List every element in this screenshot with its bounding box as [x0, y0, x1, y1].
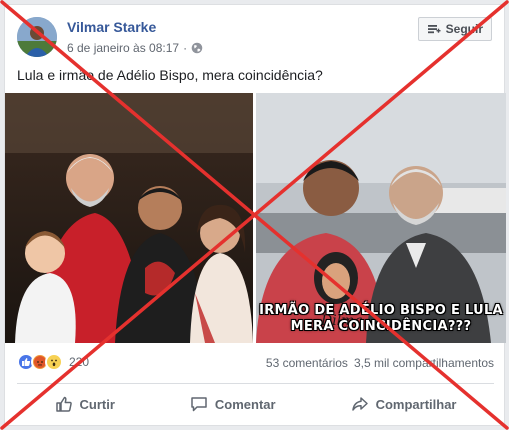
post-meta: 6 de janeiro às 08:17 ·: [67, 41, 203, 55]
like-label: Curtir: [79, 396, 115, 412]
wow-icon: [45, 353, 63, 371]
reaction-count[interactable]: 220: [69, 355, 89, 369]
image-caption-line1: IRMÃO DE ADÉLIO BISPO E LULA: [259, 303, 503, 318]
avatar[interactable]: [17, 17, 57, 57]
comments-count[interactable]: 53 comentários: [266, 356, 348, 370]
engagement-counts: 53 comentários 3,5 mil compartilhamentos: [266, 356, 494, 370]
post-stats: 220 53 comentários 3,5 mil compartilhame…: [17, 353, 494, 375]
post-actions: Curtir Comentar Compartilhar: [17, 387, 494, 421]
reactions-summary[interactable]: 220: [17, 353, 89, 371]
follow-label: Seguir: [445, 22, 483, 36]
share-button[interactable]: Compartilhar: [351, 395, 457, 413]
post-timestamp[interactable]: 6 de janeiro às 08:17: [67, 41, 179, 55]
photo-left[interactable]: [5, 93, 253, 343]
globe-icon: [191, 42, 203, 54]
facebook-post-card: Vilmar Starke 6 de janeiro às 08:17 · Se…: [4, 4, 506, 426]
comment-label: Comentar: [214, 396, 276, 412]
follow-button[interactable]: Seguir: [417, 17, 492, 41]
shares-count[interactable]: 3,5 mil compartilhamentos: [354, 356, 494, 370]
share-icon: [351, 397, 368, 411]
comment-button[interactable]: Comentar: [190, 395, 276, 413]
author-name[interactable]: Vilmar Starke: [67, 19, 156, 35]
image-caption-line2: MERA COINCIDÊNCIA???: [290, 319, 472, 334]
share-label: Compartilhar: [375, 396, 457, 412]
post-text: Lula e irmão de Adélio Bispo, mera coinc…: [17, 67, 323, 83]
photo-right[interactable]: Dilma IRMÃO DE ADÉLIO BISPO E LULA MERA …: [256, 93, 506, 343]
thumbs-up-icon: [55, 396, 72, 412]
follow-icon: [427, 25, 441, 34]
like-button[interactable]: Curtir: [55, 395, 115, 413]
post-photos[interactable]: Dilma IRMÃO DE ADÉLIO BISPO E LULA MERA …: [5, 93, 506, 343]
comment-icon: [191, 397, 207, 412]
divider: [17, 383, 494, 384]
